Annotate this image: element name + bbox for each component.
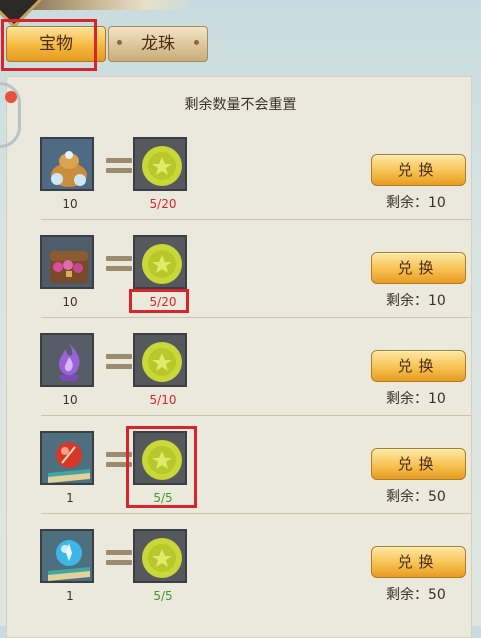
remaining-count: 剩余：10	[386, 391, 446, 407]
exchange-button[interactable]: 兑换	[371, 154, 466, 186]
remaining-count: 剩余：10	[386, 195, 446, 211]
highlight-box-tab	[1, 19, 97, 71]
remaining-count: 剩余：50	[386, 489, 446, 505]
equals-icon	[106, 550, 132, 566]
item-quantity: 10	[62, 295, 78, 309]
item-quantity: 10	[62, 197, 78, 211]
exchange-button[interactable]: 兑换	[371, 448, 466, 480]
equals-icon	[106, 158, 132, 174]
equals-icon	[106, 256, 132, 272]
item-quantity: 1	[66, 589, 74, 603]
gold-coin-icon	[133, 529, 187, 583]
exchange-button[interactable]: 兑换	[371, 350, 466, 382]
row-divider	[41, 219, 471, 220]
equals-icon	[106, 354, 132, 370]
item-quantity: 10	[62, 393, 78, 407]
cost-amount: 5/10	[149, 393, 177, 407]
top-banner	[0, 0, 481, 10]
purple-flame-crystal-icon	[40, 333, 94, 387]
tab-label: 龙珠	[141, 34, 175, 54]
treasure-chest-icon	[40, 235, 94, 289]
gold-ingot-bag-icon	[40, 137, 94, 191]
remaining-count: 剩余：10	[386, 293, 446, 309]
highlight-box-cost	[129, 289, 189, 313]
blue-orb-book-icon	[40, 529, 94, 583]
exchange-row: 1 5/5 兑换 剩余：50	[6, 513, 471, 625]
exchange-button[interactable]: 兑换	[371, 546, 466, 578]
gold-coin-icon	[133, 137, 187, 191]
exchange-button[interactable]: 兑换	[371, 252, 466, 284]
red-orb-book-icon	[40, 431, 94, 485]
row-divider	[41, 415, 471, 416]
tab-ornament-icon	[117, 40, 122, 45]
gold-coin-icon	[133, 333, 187, 387]
gold-coin-icon	[133, 235, 187, 289]
highlight-box-cost	[126, 426, 197, 508]
row-divider	[41, 513, 471, 514]
remaining-count: 剩余：50	[386, 587, 446, 603]
cost-amount: 5/20	[149, 197, 177, 211]
cost-amount: 5/5	[153, 589, 173, 603]
tab-dragon-pearl[interactable]: 龙珠	[108, 26, 208, 62]
item-quantity: 1	[66, 491, 74, 505]
panel-title: 剩余数量不会重置	[184, 97, 297, 113]
tab-ornament-icon	[194, 40, 199, 45]
row-divider	[41, 317, 471, 318]
